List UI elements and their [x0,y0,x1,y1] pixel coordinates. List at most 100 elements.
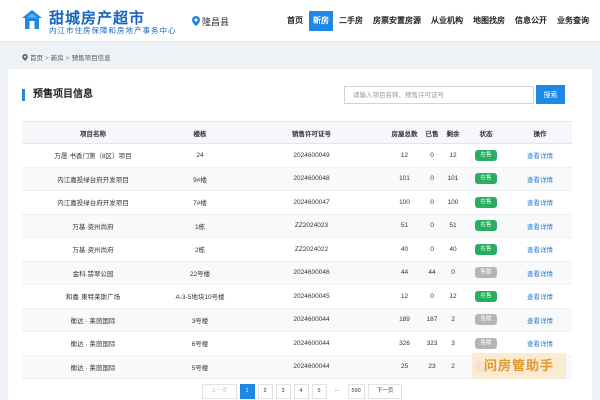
total-units-cell: 44 [387,261,422,285]
table-header-row: 项目名称 楼栋 销售许可证号 房屋总数 已售 剩余 状态 操作 [22,121,572,144]
nav-agencies[interactable]: 从业机构 [427,11,467,31]
nav-resale[interactable]: 二手房 [335,11,367,31]
status-cell: 在售 [464,237,508,262]
sold-units-cell: 0 [422,214,442,238]
building-cell: 2栋 [164,237,236,262]
section-title: 预售项目信息 [22,89,93,101]
prev-page-button[interactable]: 上一页 [202,384,237,399]
column-header: 状态 [464,121,508,144]
total-units-cell: 101 [387,167,422,191]
view-details-link[interactable]: 查看详情 [527,271,553,278]
building-cell: 3号楼 [164,308,236,332]
project-name-cell: 内江嘉投绿台府开发项目 [22,167,164,191]
project-name-cell: 衡达 · 莱茵国际 [22,331,164,356]
nav-home[interactable]: 首页 [283,11,307,31]
view-details-link[interactable]: 查看详情 [527,318,553,325]
building-cell: 9#楼 [164,167,236,191]
table-row: 万基·资州尚府 1栋 ZZ2024023 51 0 51 在售 查看详情 [22,214,572,238]
brand-subtitle: 内江市住房保障和房地产事务中心 [49,26,177,35]
action-cell: 查看详情 [508,237,572,262]
status-cell: 在售 [464,167,508,191]
building-cell: 24 [164,143,236,168]
sold-units-cell: 0 [422,167,442,191]
view-details-link[interactable]: 查看详情 [527,247,553,254]
status-cell: 在售 [464,143,508,168]
status-badge: 在售 [475,243,497,255]
pagination: 上一页 1 2 3 4 5 ... 590 下一页 [202,384,405,399]
page-button[interactable]: 5 [311,384,327,399]
building-cell: A-3-5地块10号楼 [164,284,236,309]
remaining-units-cell: 12 [442,284,464,309]
breadcrumb-separator: > [65,55,70,62]
table-row: 衡达 · 莱茵国际 3号楼 2024600044 189 187 2 售罄 查看详情 [22,308,572,332]
house-logo-icon[interactable] [20,8,44,32]
remaining-units-cell: 2 [442,355,464,379]
sold-units-cell: 323 [422,331,442,356]
status-badge: 售罄 [475,337,497,349]
location-selector[interactable]: 隆昌县 [192,15,229,28]
view-details-link[interactable]: 查看详情 [527,341,553,348]
table-row: 金科.翡翠公园 22号楼 2024600046 44 44 0 售罄 查看详情 [22,261,572,285]
action-cell: 查看详情 [508,331,572,356]
map-pin-icon [192,16,200,26]
main-nav: 首页 新房 二手房 房票安置房源 从业机构 地图找房 信息公开 业务查询 [283,11,595,31]
breadcrumb-new-homes[interactable]: 新房 [51,55,64,62]
column-header: 操作 [508,121,572,144]
nav-disclosure[interactable]: 信息公开 [511,11,551,31]
total-units-cell: 189 [387,308,422,332]
building-cell: 6号楼 [164,331,236,356]
view-details-link[interactable]: 查看详情 [527,177,553,184]
sold-units-cell: 0 [422,237,442,262]
column-header: 楼栋 [164,121,236,144]
view-details-link[interactable]: 查看详情 [527,200,553,207]
breadcrumb-home[interactable]: 首页 [30,55,43,62]
breadcrumb-current: 预售项目信息 [71,55,111,62]
license-cell: 2024600049 [236,143,387,168]
next-page-button[interactable]: 下一页 [367,384,403,399]
presale-panel: 预售项目信息 搜索 项目名称 楼栋 销售许可证号 房屋总数 已售 剩余 状态 操… [8,69,592,400]
view-details-link[interactable]: 查看详情 [527,294,553,301]
watermark-badge: 问房管助手 [472,353,566,379]
page-button[interactable]: 2 [257,384,273,399]
page-button[interactable]: 590 [347,384,365,399]
remaining-units-cell: 101 [442,167,464,191]
building-cell: 22号楼 [164,261,236,285]
status-cell: 在售 [464,214,508,238]
total-units-cell: 100 [387,190,422,215]
status-cell: 售罄 [464,308,508,332]
remaining-units-cell: 0 [442,261,464,285]
nav-new-homes[interactable]: 新房 [309,11,333,31]
search-input[interactable] [344,86,534,104]
nav-map-search[interactable]: 地图找房 [469,11,509,31]
action-cell: 查看详情 [508,143,572,168]
search-button[interactable]: 搜索 [536,85,565,104]
table-row: 和嘉·東特莱斯广场 A-3-5地块10号楼 2024600045 12 0 12 在售 查看详… [22,284,572,309]
status-cell: 在售 [464,284,508,309]
view-details-link[interactable]: 查看详情 [527,153,553,160]
sold-units-cell: 0 [422,190,442,215]
column-header: 项目名称 [22,121,164,144]
nav-resettlement[interactable]: 房票安置房源 [369,11,425,31]
page-button[interactable]: 4 [293,384,309,399]
status-badge: 在售 [475,290,497,302]
page-button[interactable]: 1 [239,384,255,399]
nav-business-query[interactable]: 业务查询 [553,11,593,31]
table-row: 万基·资州尚府 2栋 ZZ2024022 40 0 40 在售 查看详情 [22,237,572,262]
status-cell: 在售 [464,190,508,215]
project-name-cell: 万基·资州尚府 [22,214,164,238]
presale-table: 项目名称 楼栋 销售许可证号 房屋总数 已售 剩余 状态 操作 万晟·书香门第（… [22,121,572,379]
column-header: 已售 [422,121,442,144]
page-button[interactable]: 3 [275,384,291,399]
remaining-units-cell: 100 [442,190,464,215]
column-header: 销售许可证号 [236,121,387,144]
license-cell: 2024600046 [236,261,387,285]
sold-units-cell: 44 [422,261,442,285]
license-cell: 2024600047 [236,190,387,215]
project-name-cell: 金科.翡翠公园 [22,261,164,285]
breadcrumb-separator: > [45,55,49,62]
column-header: 房屋总数 [387,121,422,144]
total-units-cell: 40 [387,237,422,262]
site-header: 甜城房产超市 内江市住房保障和房地产事务中心 隆昌县 首页 新房 二手房 房票安… [0,0,600,42]
view-details-link[interactable]: 查看详情 [527,224,553,231]
remaining-units-cell: 51 [442,214,464,238]
